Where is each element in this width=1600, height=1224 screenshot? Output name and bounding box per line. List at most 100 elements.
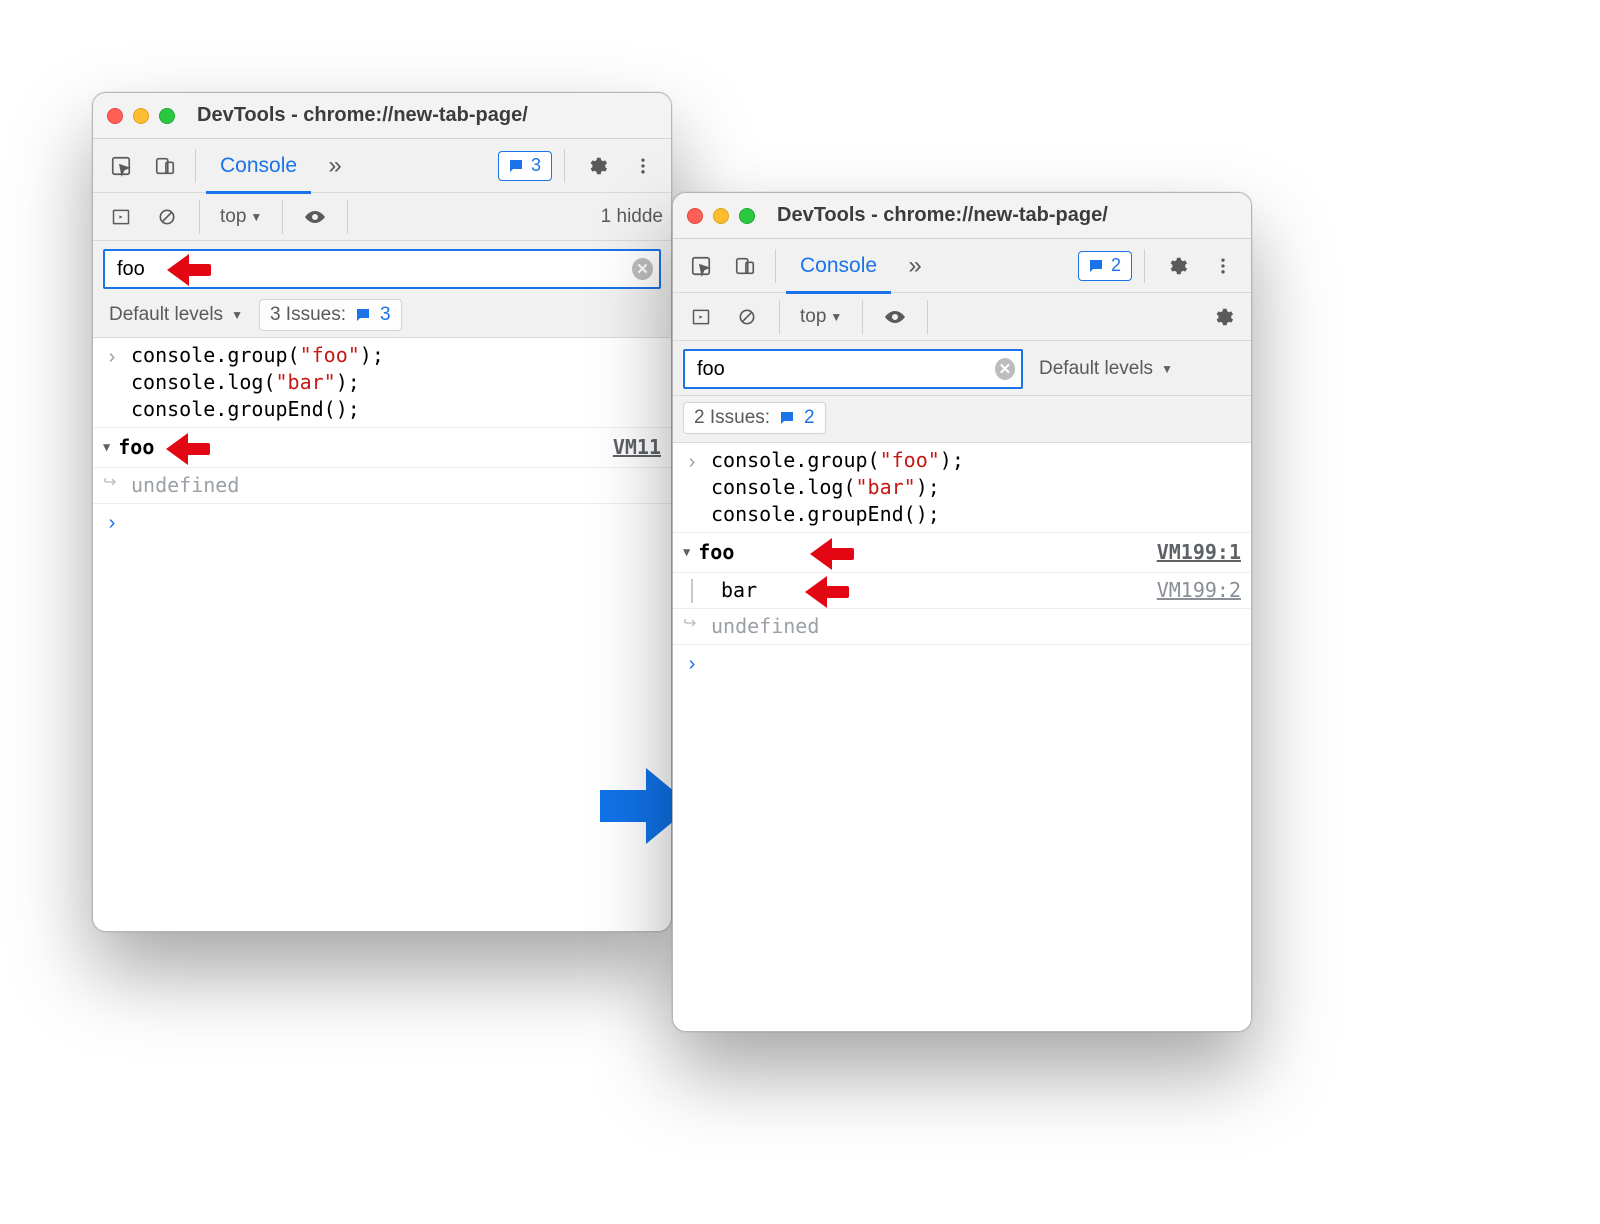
- console-prompt-row[interactable]: ›: [673, 645, 1251, 682]
- log-levels-selector[interactable]: Default levels ▼: [1033, 354, 1179, 384]
- separator: [779, 300, 780, 334]
- live-expression-eye-icon[interactable]: [295, 197, 335, 237]
- settings-gear-icon[interactable]: [1157, 246, 1197, 286]
- inspect-element-icon[interactable]: [101, 146, 141, 186]
- more-tabs-chevron-icon[interactable]: »: [315, 146, 355, 186]
- issues-chip[interactable]: 2 Issues: 2: [683, 402, 826, 434]
- console-settings-gear-icon[interactable]: [1203, 297, 1243, 337]
- badge-count: 3: [531, 155, 541, 176]
- context-label: top: [220, 206, 246, 228]
- empty-input[interactable]: [711, 649, 1241, 678]
- zoom-window-button[interactable]: [739, 208, 755, 224]
- chat-icon: [778, 409, 796, 427]
- console-body: › console.group("foo"); console.log("bar…: [673, 443, 1251, 682]
- annotation-arrow-icon: [807, 579, 851, 603]
- console-group-header[interactable]: ▼ foo VM199:1: [673, 533, 1251, 573]
- separator: [927, 300, 928, 334]
- separator: [862, 300, 863, 334]
- chevron-down-icon: ▼: [830, 310, 842, 324]
- devtools-window-after: DevTools - chrome://new-tab-page/ Consol…: [672, 192, 1252, 1032]
- issues-badge[interactable]: 3: [498, 151, 552, 181]
- issues-badge[interactable]: 2: [1078, 251, 1132, 281]
- group-indent-bar: [691, 579, 693, 603]
- separator: [1144, 249, 1145, 283]
- separator: [564, 149, 565, 183]
- window-title: DevTools - chrome://new-tab-page/: [197, 104, 528, 127]
- clear-console-icon[interactable]: [147, 197, 187, 237]
- console-input-row[interactable]: › console.group("foo"); console.log("bar…: [673, 443, 1251, 533]
- chat-icon: [1087, 257, 1105, 275]
- filter-input-wrap: ✕: [683, 349, 1023, 389]
- close-window-button[interactable]: [687, 208, 703, 224]
- console-toolbar: top ▼ 1 hidde: [93, 193, 671, 241]
- tab-console[interactable]: Console: [786, 240, 891, 294]
- show-console-sidebar-icon[interactable]: [101, 197, 141, 237]
- inspect-element-icon[interactable]: [681, 246, 721, 286]
- clear-console-icon[interactable]: [727, 297, 767, 337]
- issues-row: 2 Issues: 2: [673, 396, 1251, 443]
- group-label: foo: [118, 434, 154, 461]
- titlebar: DevTools - chrome://new-tab-page/: [93, 93, 671, 139]
- console-toolbar: top ▼: [673, 293, 1251, 341]
- device-toolbar-icon[interactable]: [145, 146, 185, 186]
- context-selector[interactable]: top ▼: [792, 304, 850, 330]
- clear-filter-icon[interactable]: ✕: [632, 258, 653, 280]
- devtools-window-before: DevTools - chrome://new-tab-page/ Consol…: [92, 92, 672, 932]
- live-expression-eye-icon[interactable]: [875, 297, 915, 337]
- source-link[interactable]: VM11: [613, 434, 661, 461]
- more-menu-icon[interactable]: [623, 146, 663, 186]
- console-input-row[interactable]: › console.group("foo"); console.log("bar…: [93, 338, 671, 428]
- more-tabs-chevron-icon[interactable]: »: [895, 246, 935, 286]
- issues-prefix: 3 Issues:: [270, 304, 346, 326]
- show-console-sidebar-icon[interactable]: [681, 297, 721, 337]
- separator: [775, 249, 776, 283]
- undefined-value: undefined: [131, 472, 239, 499]
- more-menu-icon[interactable]: [1203, 246, 1243, 286]
- filter-input[interactable]: [695, 357, 989, 382]
- disclosure-triangle-icon[interactable]: ▼: [683, 544, 690, 560]
- issues-count: 2: [804, 407, 815, 429]
- source-link[interactable]: VM199:1: [1157, 539, 1241, 566]
- issues-count: 3: [380, 304, 391, 326]
- prompt-chevron-icon: ›: [683, 649, 701, 678]
- console-result-row: undefined: [673, 609, 1251, 645]
- disclosure-triangle-icon[interactable]: ▼: [103, 439, 110, 455]
- return-arrow-icon: [103, 472, 121, 499]
- console-group-header[interactable]: ▼ foo VM11: [93, 428, 671, 468]
- tab-console[interactable]: Console: [206, 140, 311, 194]
- tabs-bar: Console » 2: [673, 239, 1251, 293]
- tabs-bar: Console » 3: [93, 139, 671, 193]
- console-body: › console.group("foo"); console.log("bar…: [93, 338, 671, 541]
- levels-label: Default levels: [109, 304, 223, 326]
- zoom-window-button[interactable]: [159, 108, 175, 124]
- hidden-count-text: 1 hidde: [601, 206, 663, 228]
- device-toolbar-icon[interactable]: [725, 246, 765, 286]
- child-label: bar: [721, 577, 757, 604]
- separator: [199, 200, 200, 234]
- minimize-window-button[interactable]: [133, 108, 149, 124]
- chevron-down-icon: ▼: [250, 210, 262, 224]
- log-levels-selector[interactable]: Default levels ▼: [103, 300, 249, 330]
- window-title: DevTools - chrome://new-tab-page/: [777, 204, 1108, 227]
- issues-prefix: 2 Issues:: [694, 407, 770, 429]
- minimize-window-button[interactable]: [713, 208, 729, 224]
- close-window-button[interactable]: [107, 108, 123, 124]
- issues-chip[interactable]: 3 Issues: 3: [259, 299, 402, 331]
- empty-input[interactable]: [131, 508, 661, 537]
- console-code: console.group("foo"); console.log("bar")…: [711, 447, 1241, 528]
- clear-filter-icon[interactable]: ✕: [995, 358, 1015, 380]
- prompt-chevron-icon: ›: [103, 342, 121, 423]
- chevron-down-icon: ▼: [231, 308, 243, 322]
- annotation-arrow-icon: [812, 541, 856, 565]
- prompt-chevron-icon: ›: [103, 508, 121, 537]
- settings-gear-icon[interactable]: [577, 146, 617, 186]
- context-selector[interactable]: top ▼: [212, 204, 270, 230]
- chat-icon: [507, 157, 525, 175]
- traffic-lights: [107, 108, 175, 124]
- separator: [347, 200, 348, 234]
- console-prompt-row[interactable]: ›: [93, 504, 671, 541]
- console-result-row: undefined: [93, 468, 671, 504]
- source-link[interactable]: VM199:2: [1157, 577, 1241, 604]
- context-label: top: [800, 306, 826, 328]
- annotation-arrow-icon: [168, 436, 212, 460]
